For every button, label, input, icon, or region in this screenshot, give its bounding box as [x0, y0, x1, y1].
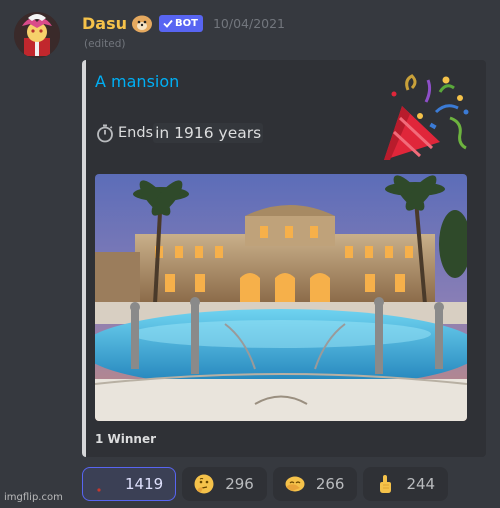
reaction-hand-over-face[interactable]: 266 [272, 467, 358, 501]
reaction-count: 296 [225, 475, 254, 493]
avatar[interactable] [14, 12, 60, 58]
embed-description: Ends in 1916 years [95, 123, 264, 143]
embed-title[interactable]: A mansion [95, 72, 179, 91]
message-header: Dasu BOT 10/04/2021 [82, 12, 285, 34]
embed-footer: 1 Winner [95, 432, 157, 446]
ends-value: in 1916 years [153, 123, 264, 143]
checkmark-icon [163, 19, 173, 28]
reaction-giveaway[interactable]: 1419 [82, 467, 177, 501]
embed-image[interactable] [95, 174, 467, 421]
edited-indicator: (edited) [84, 38, 126, 50]
timestamp[interactable]: 10/04/2021 [213, 16, 285, 31]
avatar-image [14, 12, 60, 58]
reaction-count: 1419 [125, 475, 164, 493]
mansion-photo [95, 174, 467, 421]
watermark: imgflip.com [4, 492, 63, 503]
party-popper-icon [384, 74, 469, 160]
reaction-thinking[interactable]: 296 [182, 467, 267, 501]
chat-message: Dasu BOT 10/04/2021 (edited) A mansion E… [0, 0, 500, 508]
stopwatch-icon [97, 124, 113, 143]
pointing-up-icon [380, 475, 392, 493]
hand-over-face-icon [285, 476, 305, 492]
reactions-bar: 1419 296 266 244 [82, 467, 449, 501]
reaction-count: 244 [406, 475, 436, 493]
bot-tag: BOT [159, 14, 203, 32]
reaction-pointing-up[interactable]: 244 [363, 467, 449, 501]
thinking-face-icon [194, 474, 214, 494]
embed: A mansion Ends in 1916 years 1 Winner [82, 60, 486, 457]
pomeranian-emoji-icon [132, 15, 152, 33]
reaction-count: 266 [315, 475, 345, 493]
giveaway-reaction-icon [97, 488, 101, 492]
ends-label: Ends [118, 125, 154, 141]
bot-tag-label: BOT [175, 17, 198, 29]
username[interactable]: Dasu [82, 14, 127, 33]
